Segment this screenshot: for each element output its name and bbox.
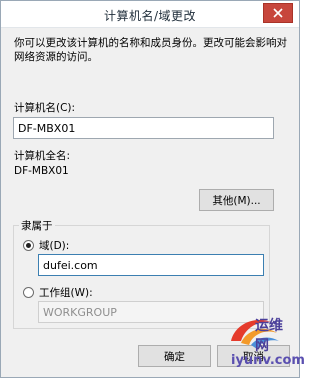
computer-name-input[interactable] (13, 117, 274, 139)
member-of-legend: 隶属于 (19, 218, 55, 233)
close-icon (273, 8, 283, 18)
domain-label: 域(D): (39, 240, 70, 252)
title-bar: 计算机名/域更改 (1, 1, 299, 28)
watermark-url: iyunv.com (231, 353, 305, 368)
domain-input[interactable] (38, 254, 264, 276)
watermark-text: 运维网 (255, 318, 283, 354)
domain-radio[interactable] (23, 240, 34, 251)
full-name-label: 计算机全名: (14, 150, 71, 162)
ok-button[interactable]: 确定 (138, 345, 211, 367)
window-title: 计算机名/域更改 (103, 9, 197, 23)
dialog-window: 计算机名/域更改 你可以更改该计算机的名称和成员身份。更改可能会影响对网络资源的… (0, 0, 305, 378)
full-name-value: DF-MBX01 (14, 165, 69, 177)
workgroup-label: 工作组(W): (39, 287, 93, 299)
watermark-logo: 运维网 iyunv.com (227, 311, 305, 373)
computer-name-label: 计算机名(C): (14, 102, 76, 114)
close-button[interactable] (263, 3, 293, 23)
other-button[interactable]: 其他(M)... (199, 189, 274, 211)
description-text: 你可以更改该计算机的名称和成员身份。更改可能会影响对网络资源的访问。 (14, 37, 287, 63)
workgroup-radio[interactable] (23, 287, 34, 298)
